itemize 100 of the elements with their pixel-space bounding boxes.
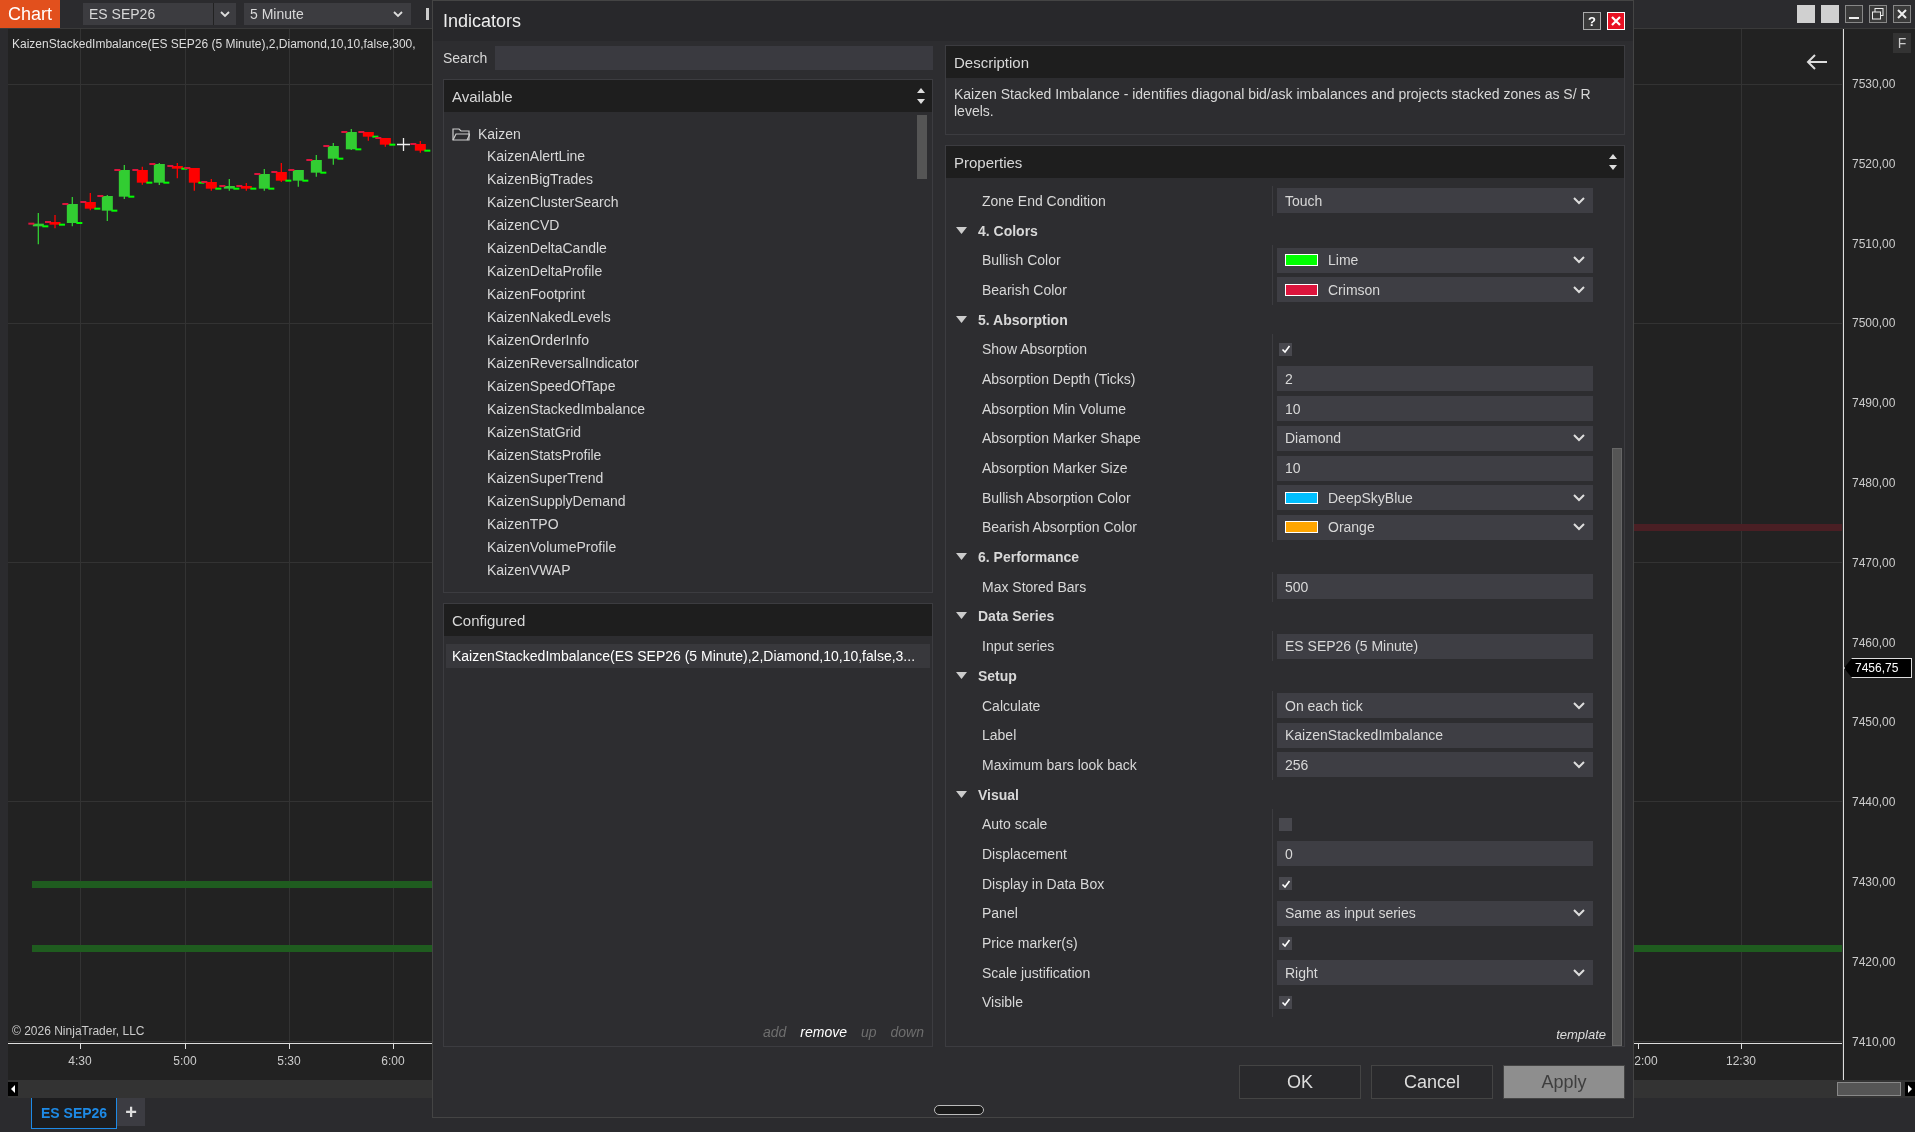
scroll-arrows-icon[interactable] xyxy=(916,86,926,106)
property-label: Zone End Condition xyxy=(981,192,1107,209)
expand-arrow-icon[interactable] xyxy=(956,790,967,799)
panel-title: Properties xyxy=(954,153,1023,171)
indicator-item[interactable]: KaizenStackedImbalance xyxy=(452,398,645,421)
interval-dropdown[interactable]: 5 Minute xyxy=(244,3,411,25)
indicator-item[interactable]: KaizenSuperTrend xyxy=(452,467,604,490)
expand-arrow-icon[interactable] xyxy=(956,226,967,235)
template-link[interactable]: template xyxy=(1556,1027,1606,1042)
group-title: 6. Performance xyxy=(978,549,1080,566)
crosshair-icon xyxy=(397,138,410,151)
input-field[interactable]: ES SEP26 (5 Minute) xyxy=(1277,633,1593,659)
property-label: Bullish Color xyxy=(981,252,1062,269)
checkbox[interactable] xyxy=(1279,995,1292,1009)
folder-item[interactable]: Kaizen xyxy=(452,122,932,145)
checkbox[interactable] xyxy=(1279,936,1292,950)
expand-arrow-icon[interactable] xyxy=(956,315,967,324)
panel-title: Configured xyxy=(452,611,526,629)
dialog-button[interactable]: OK xyxy=(1239,1065,1361,1099)
candle xyxy=(271,162,292,183)
instrument-tab[interactable]: ES SEP26 xyxy=(31,1098,118,1129)
dropdown[interactable]: Right xyxy=(1277,960,1593,986)
indicator-item[interactable]: KaizenOrderInfo xyxy=(452,329,589,352)
instrument-dropdown[interactable]: ES SEP26 xyxy=(83,3,236,25)
scroll-right-icon[interactable] xyxy=(1905,1082,1915,1096)
indicator-item[interactable]: KaizenStatGrid xyxy=(452,421,582,444)
dropdown[interactable]: Same as input series xyxy=(1277,900,1593,926)
indicator-item[interactable]: KaizenStatsProfile xyxy=(452,444,602,467)
help-button[interactable]: ? xyxy=(1583,12,1601,30)
indicator-item[interactable]: KaizenVWAP xyxy=(452,559,571,582)
time-label: 5:30 xyxy=(277,1054,301,1068)
property-label: Absorption Min Volume xyxy=(981,400,1127,417)
scroll-left-icon[interactable] xyxy=(8,1082,18,1096)
indicator-item[interactable]: KaizenSpeedOfTape xyxy=(452,375,616,398)
indicator-item[interactable]: KaizenVolumeProfile xyxy=(452,536,617,559)
time-label: 4:30 xyxy=(68,1054,92,1068)
resize-handle[interactable] xyxy=(934,1105,984,1115)
input-field[interactable]: 0 xyxy=(1277,841,1593,867)
indicator-item[interactable]: KaizenTPO xyxy=(452,513,559,536)
action-link[interactable]: remove xyxy=(800,1024,847,1040)
chevron-icon xyxy=(1573,760,1585,769)
scrollbar-thumb[interactable] xyxy=(1837,1082,1901,1096)
back-arrow-icon[interactable] xyxy=(1806,54,1828,70)
time-label: 6:00 xyxy=(381,1054,405,1068)
dropdown[interactable]: On each tick xyxy=(1277,693,1593,719)
color-dropdown[interactable]: Lime xyxy=(1277,247,1593,273)
input-field[interactable]: 500 xyxy=(1277,574,1593,600)
flip-button[interactable]: F xyxy=(1893,33,1911,53)
property-label: Visible xyxy=(981,994,1024,1011)
chart-tab[interactable]: Chart xyxy=(0,0,60,28)
checkbox[interactable] xyxy=(1279,877,1292,891)
chevron-icon xyxy=(1573,909,1585,918)
indicator-item[interactable]: KaizenReversalIndicator xyxy=(452,352,639,375)
scroll-arrows-icon[interactable] xyxy=(1608,152,1618,172)
indicator-item[interactable]: KaizenNakedLevels xyxy=(452,306,611,329)
indicator-item[interactable]: KaizenDeltaProfile xyxy=(452,260,603,283)
dropdown[interactable]: Diamond xyxy=(1277,425,1593,451)
scrollbar-thumb[interactable] xyxy=(1612,448,1622,1046)
property-label: Absorption Depth (Ticks) xyxy=(981,370,1137,387)
indicator-item[interactable]: KaizenClusterSearch xyxy=(452,191,619,214)
checkbox[interactable] xyxy=(1279,817,1292,831)
input-field[interactable]: KaizenStackedImbalance xyxy=(1277,722,1593,748)
indicator-item[interactable]: KaizenFootprint xyxy=(452,283,586,306)
checkbox[interactable] xyxy=(1279,342,1292,356)
dialog-button[interactable]: Cancel xyxy=(1371,1065,1493,1099)
candle xyxy=(410,140,431,154)
chevron-icon xyxy=(1573,285,1585,294)
price-label: 7480,00 xyxy=(1852,476,1896,490)
indicator-item[interactable]: KaizenCVD xyxy=(452,214,560,237)
input-field[interactable]: 2 xyxy=(1277,366,1593,392)
candle xyxy=(375,137,396,148)
indicator-item[interactable]: KaizenAlertLine xyxy=(452,145,586,168)
property-label: Price marker(s) xyxy=(981,935,1079,952)
color-dropdown[interactable]: DeepSkyBlue xyxy=(1277,485,1593,511)
price-label: 7420,00 xyxy=(1852,954,1896,969)
scrollbar-thumb[interactable] xyxy=(917,115,927,179)
configured-item[interactable]: KaizenStackedImbalance(ES SEP26 (5 Minute),2,Diamond,10,10,false,3... xyxy=(446,644,930,668)
indicator-item[interactable]: KaizenBigTrades xyxy=(452,168,594,191)
dropdown[interactable]: Touch xyxy=(1277,188,1593,214)
group-title: Data Series xyxy=(978,608,1055,625)
add-tab-button[interactable]: + xyxy=(117,1098,146,1126)
indicator-item[interactable]: KaizenDeltaCandle xyxy=(452,237,607,260)
color-dropdown[interactable]: Crimson xyxy=(1277,277,1593,303)
restore-icon[interactable] xyxy=(1869,5,1887,23)
expand-arrow-icon[interactable] xyxy=(956,553,967,562)
price-label: 7500,00 xyxy=(1852,316,1896,331)
color-dropdown[interactable]: Orange xyxy=(1277,514,1593,540)
input-field[interactable]: 10 xyxy=(1277,455,1593,481)
expand-arrow-icon[interactable] xyxy=(956,671,967,680)
property-label: Panel xyxy=(981,905,1019,922)
expand-arrow-icon[interactable] xyxy=(956,612,967,621)
indicator-item[interactable]: KaizenSupplyDemand xyxy=(452,490,626,513)
property-label: Maximum bars look back xyxy=(981,756,1138,773)
dropdown[interactable]: 256 xyxy=(1277,752,1593,778)
minimize-icon[interactable] xyxy=(1845,5,1863,23)
chevron-icon xyxy=(1573,701,1585,710)
property-label: Absorption Marker Size xyxy=(981,460,1129,477)
chevron-icon xyxy=(1573,968,1585,977)
close-icon[interactable] xyxy=(1893,5,1911,23)
input-field[interactable]: 10 xyxy=(1277,396,1593,422)
